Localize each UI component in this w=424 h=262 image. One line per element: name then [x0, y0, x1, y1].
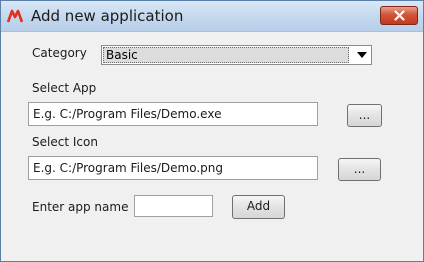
close-icon — [394, 10, 405, 21]
window-title: Add new application — [31, 7, 184, 25]
category-select[interactable]: Basic — [101, 45, 372, 65]
category-label: Category — [32, 46, 87, 60]
add-application-dialog: Add new application Category Basic Selec… — [0, 0, 424, 262]
title-bar[interactable]: Add new application — [1, 1, 423, 32]
close-button[interactable] — [380, 6, 418, 25]
microchip-logo-icon — [7, 9, 23, 23]
select-app-input[interactable]: E.g. C:/Program Files/Demo.exe — [28, 102, 318, 126]
add-button[interactable]: Add — [232, 195, 285, 219]
chevron-down-icon[interactable] — [357, 52, 367, 58]
select-icon-label: Select Icon — [32, 135, 98, 149]
app-name-label: Enter app name — [32, 200, 129, 214]
select-icon-input[interactable]: E.g. C:/Program Files/Demo.png — [28, 156, 318, 180]
select-app-label: Select App — [32, 81, 97, 95]
browse-icon-button[interactable]: ... — [338, 158, 381, 181]
browse-app-button[interactable]: ... — [347, 104, 382, 127]
app-name-input[interactable] — [134, 195, 213, 217]
category-selected-value: Basic — [103, 47, 349, 63]
